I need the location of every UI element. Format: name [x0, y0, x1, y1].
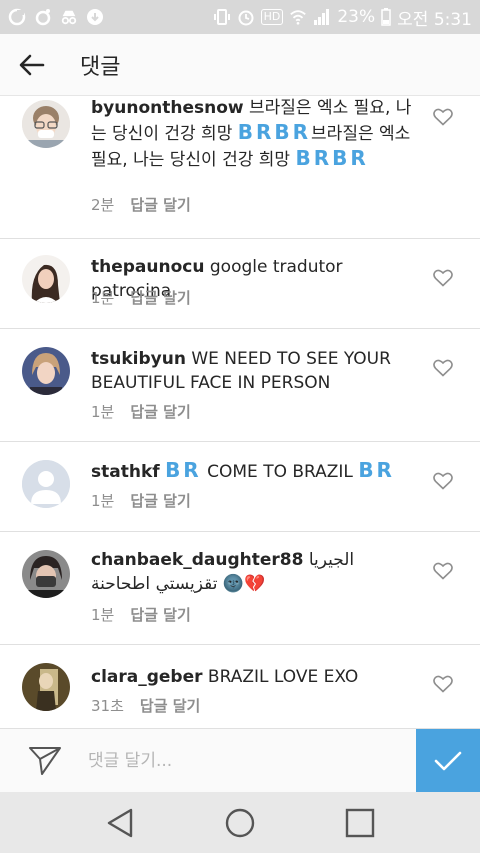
avatar[interactable] [22, 460, 70, 508]
comment-username[interactable]: byunonthesnow [91, 98, 244, 118]
notification-icons [8, 8, 104, 26]
comment-text: chanbaek_daughter88 الجيريا تقزيستي اطحا… [91, 548, 421, 596]
avatar[interactable] [22, 347, 70, 395]
circle-home-icon [225, 808, 255, 837]
heart-icon[interactable] [433, 108, 453, 126]
arrow-left-icon [19, 54, 45, 75]
avatar-image [22, 663, 70, 711]
comment-username[interactable]: tsukibyun [91, 349, 186, 369]
alarm-icon [238, 10, 254, 26]
comment-time: 1분 [91, 289, 115, 307]
reply-button[interactable]: 답글 달기 [140, 695, 200, 716]
comment-item: byunonthesnow 브라질은 엑소 필요, 나는 당신이 건강 희망 B… [0, 96, 480, 239]
comment-meta: 2분 답글 달기 [91, 194, 191, 215]
comment-username[interactable]: clara_geber [91, 667, 203, 687]
avatar-image [22, 255, 70, 303]
status-indicators: HD 23% 오전 5:31 [213, 5, 472, 30]
comment-meta: 31초 답글 달기 [91, 695, 200, 716]
comment-body: BRAZIL LOVE EXO [207, 667, 359, 687]
comment-time: 2분 [91, 196, 115, 214]
flag-emoji: BR [358, 458, 395, 482]
comment-time: 1분 [91, 403, 115, 421]
square-recents-icon [345, 808, 375, 837]
avatar[interactable] [22, 550, 70, 598]
reply-button[interactable]: 답글 달기 [130, 194, 190, 215]
comment-meta: 1분 답글 달기 [91, 287, 191, 308]
app-bar: 댓글 [0, 34, 480, 96]
comment-item: chanbaek_daughter88 الجيريا تقزيستي اطحا… [0, 532, 480, 645]
comment-input[interactable] [88, 747, 388, 775]
triangle-back-icon [107, 808, 133, 837]
nav-recents-button[interactable] [340, 803, 380, 843]
comment-time: 31초 [91, 697, 124, 715]
comment-text: byunonthesnow 브라질은 엑소 필요, 나는 당신이 건강 희망 B… [91, 96, 421, 172]
battery-percent: 23% [337, 7, 376, 27]
hd-badge: HD [260, 9, 284, 25]
comment-body: COME TO BRAZIL [207, 462, 353, 482]
nav-back-button[interactable] [100, 803, 140, 843]
camera-notification-icon [35, 9, 51, 26]
avatar[interactable] [22, 663, 70, 711]
comment-text: tsukibyun WE NEED TO SEE YOUR BEAUTIFUL … [91, 347, 421, 395]
reply-button[interactable]: 답글 달기 [130, 604, 190, 625]
comment-username[interactable]: chanbaek_daughter88 [91, 550, 303, 570]
avatar-image [22, 100, 70, 148]
flag-emoji: BRBR [295, 146, 369, 170]
wifi-icon [290, 10, 307, 25]
comment-meta: 1분 답글 달기 [91, 490, 191, 511]
vibrate-icon [213, 9, 230, 25]
comment-item: stathkf BR COME TO BRAZIL BR 1분 답글 달기 [0, 442, 480, 532]
comment-composer [0, 728, 480, 793]
update-icon [87, 9, 103, 25]
status-bar: HD 23% 오전 5:31 [0, 0, 480, 34]
avatar[interactable] [22, 100, 70, 148]
reply-button[interactable]: 답글 달기 [130, 490, 190, 511]
flag-emoji: BRBR [237, 120, 312, 144]
direct-send-icon[interactable] [28, 745, 62, 777]
comment-meta: 1분 답글 달기 [91, 401, 191, 422]
comment-text: clara_geber BRAZIL LOVE EXO [91, 665, 421, 689]
default-avatar-icon [22, 460, 70, 508]
reply-button[interactable]: 답글 달기 [130, 287, 190, 308]
post-button[interactable] [416, 729, 480, 793]
comment-time: 1분 [91, 492, 115, 510]
app-notification-icon [8, 8, 26, 26]
comment-username[interactable]: stathkf [91, 462, 160, 482]
comment-item: clara_geber BRAZIL LOVE EXO 31초 답글 달기 [0, 645, 480, 728]
heart-icon[interactable] [433, 359, 453, 377]
nav-home-button[interactable] [220, 803, 260, 843]
comment-item: tsukibyun WE NEED TO SEE YOUR BEAUTIFUL … [0, 329, 480, 442]
signal-icon [314, 9, 330, 25]
system-nav-bar [0, 792, 480, 853]
back-button[interactable] [0, 34, 64, 96]
avatar-image [22, 550, 70, 598]
comment-meta: 1분 답글 달기 [91, 604, 191, 625]
comment-time: 1분 [91, 606, 115, 624]
comment-item: thepaunocu google tradutor patrocina 1분 … [0, 239, 480, 329]
battery-icon [381, 8, 391, 26]
heart-icon[interactable] [433, 675, 453, 693]
reply-button[interactable]: 답글 달기 [130, 401, 190, 422]
comment-text: stathkf BR COME TO BRAZIL BR [91, 458, 421, 484]
checkmark-icon [434, 751, 462, 771]
avatar-image [22, 347, 70, 395]
heart-icon[interactable] [433, 269, 453, 287]
page-title: 댓글 [80, 54, 121, 80]
comment-list[interactable]: byunonthesnow 브라질은 엑소 필요, 나는 당신이 건강 희망 B… [0, 96, 480, 728]
comment-username[interactable]: thepaunocu [91, 257, 204, 277]
flag-emoji: BR [165, 458, 202, 482]
avatar[interactable] [22, 255, 70, 303]
heart-icon[interactable] [433, 562, 453, 580]
emoji: 🌚💔 [222, 574, 266, 594]
clock: 오전 5:31 [397, 9, 472, 30]
heart-icon[interactable] [433, 472, 453, 490]
incognito-icon [61, 10, 77, 25]
